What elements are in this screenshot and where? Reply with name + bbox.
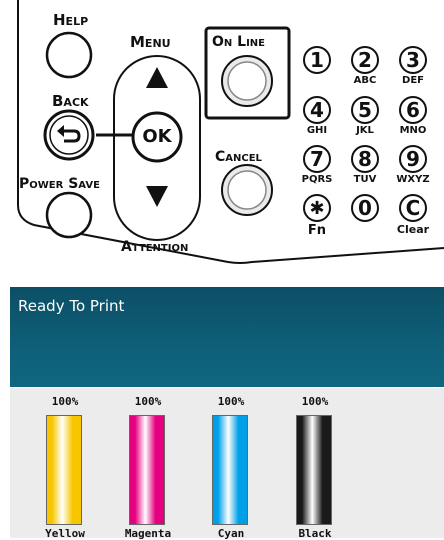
toner-magenta-name: Magenta bbox=[124, 527, 172, 540]
lcd-screen: Ready To Print 100% Yellow 100% Magenta … bbox=[0, 287, 444, 540]
down-button[interactable] bbox=[146, 185, 168, 209]
toner-magenta: 100% Magenta bbox=[113, 388, 183, 540]
attention-label: Attention bbox=[121, 239, 189, 255]
key-2-letters: ABC bbox=[353, 75, 377, 86]
key-fn-letters: Fn bbox=[307, 223, 327, 238]
key-0[interactable]: 0 bbox=[351, 194, 379, 222]
back-button[interactable] bbox=[45, 111, 93, 159]
toner-magenta-gauge bbox=[129, 415, 165, 525]
toner-cyan-fill bbox=[213, 416, 247, 524]
key-3[interactable]: 3 bbox=[399, 46, 427, 74]
key-5[interactable]: 5 bbox=[351, 96, 379, 124]
key-7[interactable]: 7 bbox=[303, 145, 331, 173]
power-save-button[interactable] bbox=[47, 193, 91, 237]
toner-panel: 100% Yellow 100% Magenta 100% Cyan 100% … bbox=[10, 388, 444, 540]
key-3-letters: DEF bbox=[402, 75, 424, 86]
toner-yellow-gauge bbox=[46, 415, 82, 525]
key-6[interactable]: 6 bbox=[399, 96, 427, 124]
key-7-letters: PQRS bbox=[301, 174, 333, 185]
up-button[interactable] bbox=[146, 65, 168, 89]
toner-yellow-name: Yellow bbox=[45, 527, 85, 540]
toner-cyan-percent: 100% bbox=[217, 395, 245, 408]
cancel-button[interactable] bbox=[222, 165, 272, 215]
ok-button[interactable] bbox=[133, 113, 181, 161]
help-label: Help bbox=[53, 11, 89, 29]
toner-magenta-fill bbox=[130, 416, 164, 524]
toner-yellow-fill bbox=[47, 416, 81, 524]
power-save-label: Power Save bbox=[19, 176, 100, 192]
status-text: Ready To Print bbox=[18, 297, 125, 315]
key-4[interactable]: 4 bbox=[303, 96, 331, 124]
menu-label: Menu bbox=[130, 33, 171, 51]
toner-black-name: Black bbox=[298, 527, 332, 540]
toner-cyan: 100% Cyan bbox=[196, 388, 266, 540]
key-4-letters: GHI bbox=[306, 125, 328, 136]
toner-cyan-name: Cyan bbox=[217, 527, 245, 540]
key-6-letters: MNO bbox=[399, 125, 427, 136]
key-1[interactable]: 1 bbox=[303, 46, 331, 74]
help-button[interactable] bbox=[47, 33, 91, 77]
key-8[interactable]: 8 bbox=[351, 145, 379, 173]
key-fn[interactable]: ✱ bbox=[303, 194, 331, 222]
online-label: On Line bbox=[212, 34, 265, 50]
toner-yellow-percent: 100% bbox=[51, 395, 79, 408]
key-9[interactable]: 9 bbox=[399, 145, 427, 173]
status-header: Ready To Print bbox=[10, 287, 444, 387]
key-2[interactable]: 2 bbox=[351, 46, 379, 74]
key-8-letters: TUV bbox=[353, 174, 377, 185]
key-clear[interactable]: C bbox=[399, 194, 427, 222]
back-label: Back bbox=[52, 92, 89, 110]
toner-black-percent: 100% bbox=[301, 395, 329, 408]
toner-black-gauge bbox=[296, 415, 332, 525]
toner-black: 100% Black bbox=[280, 388, 350, 540]
cancel-label: Cancel bbox=[215, 149, 262, 165]
toner-yellow: 100% Yellow bbox=[30, 388, 100, 540]
key-clear-letters: Clear bbox=[396, 223, 430, 236]
operator-panel: Help Menu On Line Back OK Cancel Power S… bbox=[0, 0, 444, 268]
key-5-letters: JKL bbox=[356, 125, 374, 136]
toner-black-fill bbox=[297, 416, 331, 524]
key-9-letters: WXYZ bbox=[396, 174, 430, 185]
toner-magenta-percent: 100% bbox=[134, 395, 162, 408]
toner-cyan-gauge bbox=[212, 415, 248, 525]
online-button[interactable] bbox=[222, 56, 272, 106]
